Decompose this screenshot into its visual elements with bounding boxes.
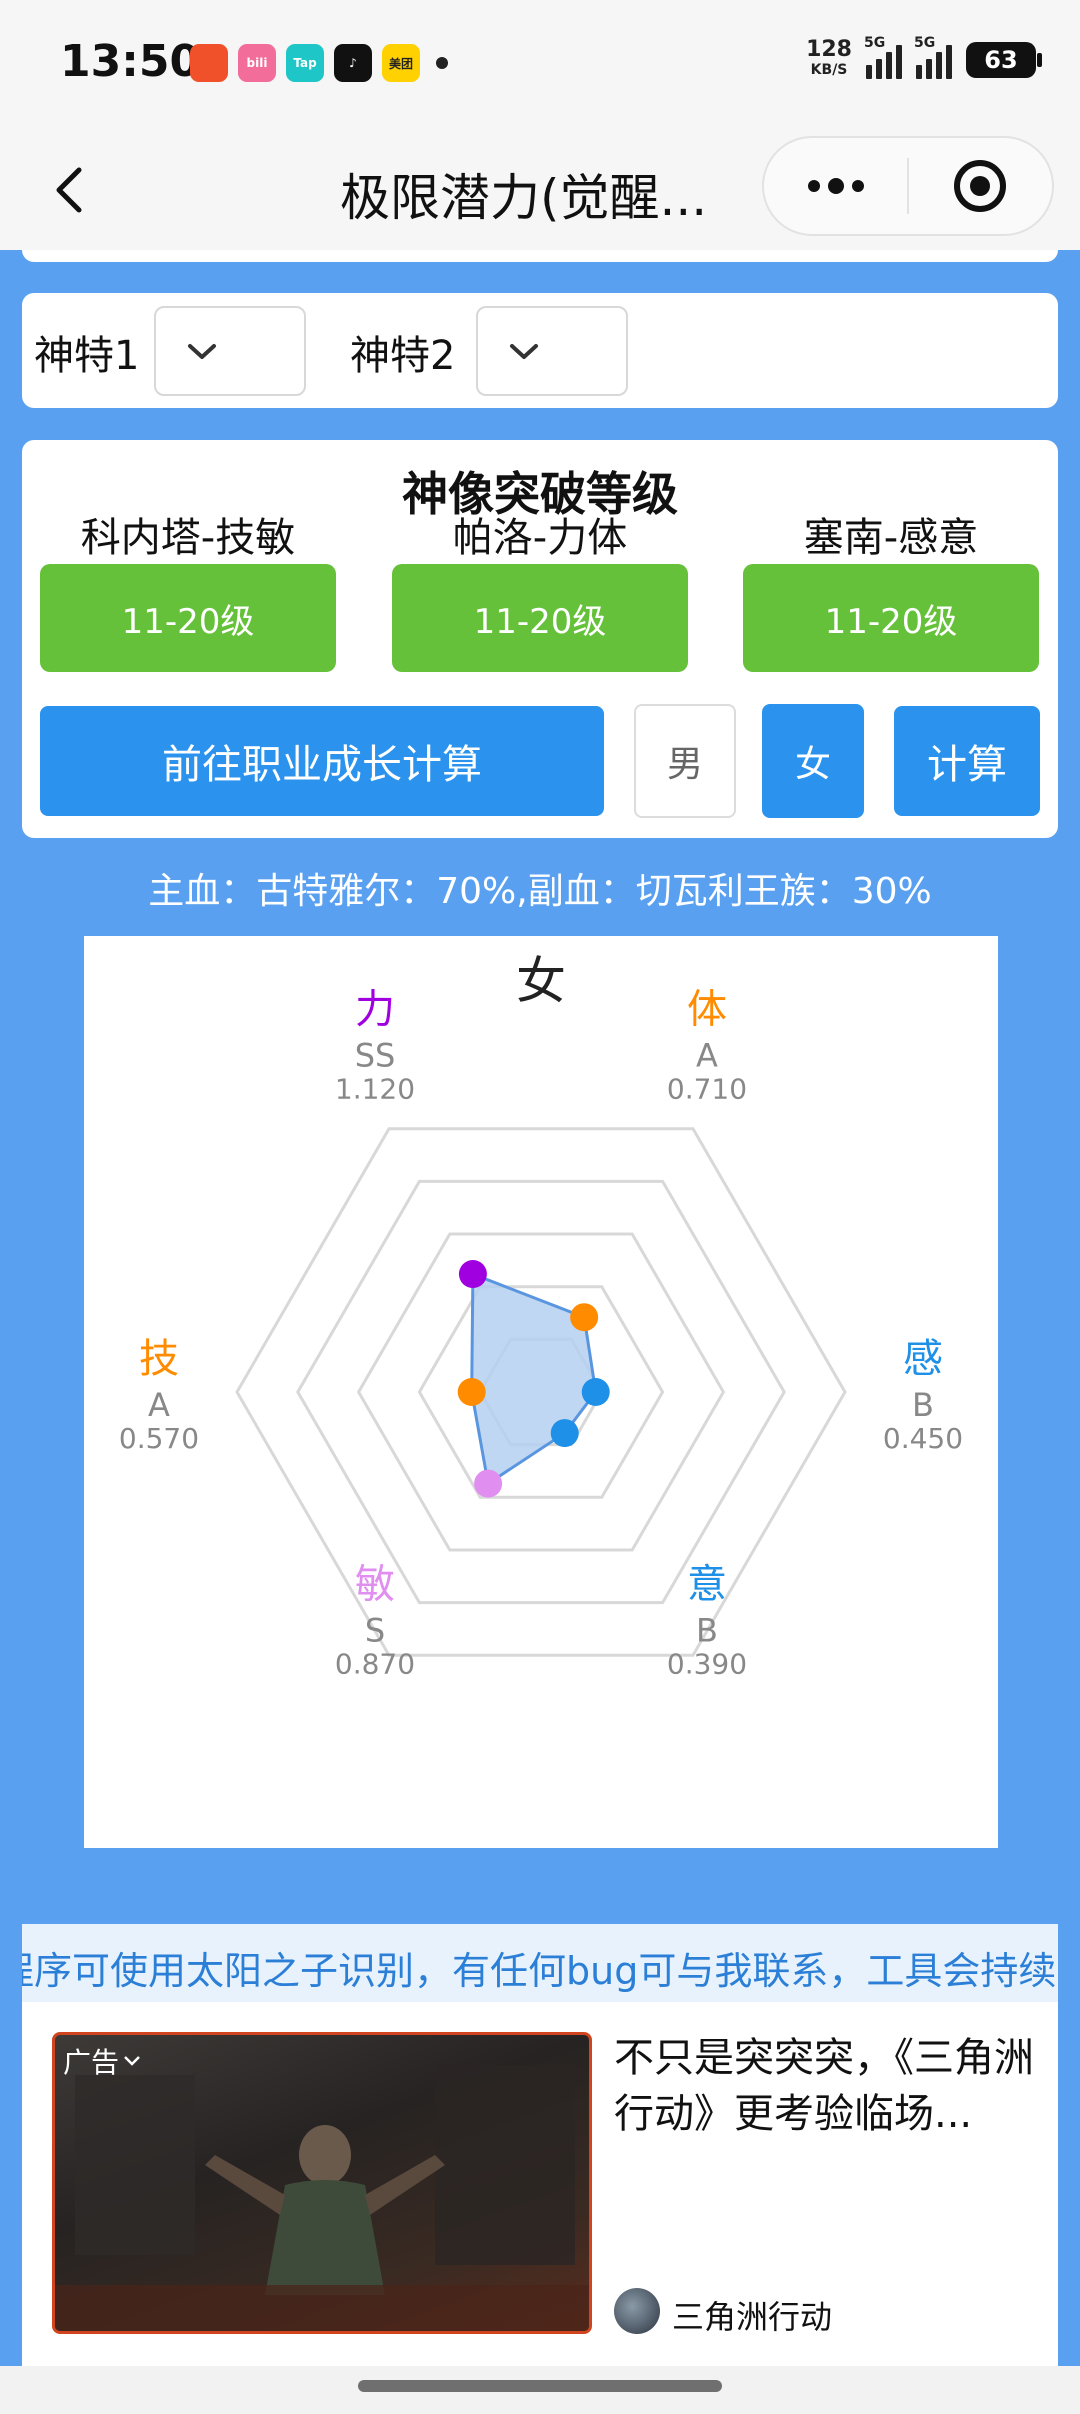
signal-icon: 5G bbox=[864, 35, 902, 79]
notice-marquee: 程序可使用太阳之子识别，有任何bug可与我联系，工具会持续更新 bbox=[22, 1924, 1058, 2002]
axis-label: 敏 bbox=[355, 1562, 395, 1608]
chevron-down-icon bbox=[510, 344, 538, 359]
ad-title[interactable]: 不只是突突突，《三角洲行动》更考验临场... bbox=[614, 2030, 1034, 2142]
axis-grade: S bbox=[365, 1612, 385, 1650]
ad-source-avatar bbox=[614, 2288, 660, 2334]
chevron-left-icon bbox=[56, 167, 82, 213]
axis-grade: B bbox=[696, 1612, 718, 1650]
statue-column: 塞南-感意 11-20级 bbox=[743, 512, 1039, 672]
previous-card-edge bbox=[22, 250, 1058, 262]
statue-level-button[interactable]: 11-20级 bbox=[40, 564, 336, 672]
axis-value: 0.390 bbox=[667, 1648, 747, 1681]
home-bar-area bbox=[0, 2366, 1080, 2414]
status-indicators: 128 KB/S 5G 5G 63 bbox=[806, 35, 1042, 80]
more-button[interactable] bbox=[764, 138, 907, 234]
status-time: 13:50 bbox=[60, 36, 201, 87]
statue-name: 塞南-感意 bbox=[803, 515, 979, 561]
axis-label: 力 bbox=[355, 986, 395, 1032]
bloodline-text: 主血：古特雅尔：70%,副血：切瓦利王族：30% bbox=[148, 871, 932, 912]
douyin-icon: ♪ bbox=[334, 44, 372, 82]
more-icon bbox=[807, 178, 864, 194]
axis-value: 0.450 bbox=[883, 1422, 963, 1455]
statue-level-button[interactable]: 11-20级 bbox=[392, 564, 688, 672]
signal-tag-2: 5G bbox=[914, 35, 936, 51]
male-button[interactable]: 男 bbox=[634, 704, 736, 818]
chevron-down-icon bbox=[188, 344, 216, 359]
taobao-icon bbox=[190, 44, 228, 82]
female-button[interactable]: 女 bbox=[762, 704, 864, 818]
radar-point bbox=[474, 1469, 503, 1498]
marquee-text: 程序可使用太阳之子识别，有任何bug可与我联系，工具会持续更新 bbox=[22, 1949, 1058, 1993]
status-bar: 13:50 bili Tap ♪ 美团 128 KB/S 5G 5G 63 bbox=[0, 0, 1080, 130]
back-button[interactable] bbox=[36, 158, 100, 222]
notification-icons: bili Tap ♪ 美团 bbox=[190, 44, 448, 82]
meituan-icon: 美团 bbox=[382, 44, 420, 82]
axis-grade: SS bbox=[355, 1036, 396, 1074]
network-speed-unit: KB/S bbox=[810, 62, 848, 78]
radar-chart-card: 女力 SS 1.120 体 A 0.710 感 B 0.450 意 B 0.390 敏 S 0.870 技 A 0… bbox=[84, 936, 998, 1848]
radar-point bbox=[458, 1260, 487, 1289]
axis-label: 感 bbox=[903, 1336, 943, 1382]
ad-tag[interactable]: 广告 bbox=[63, 2041, 141, 2081]
axis-value: 0.710 bbox=[667, 1072, 747, 1105]
statue-column: 帕洛-力体 11-20级 bbox=[392, 512, 688, 672]
close-button[interactable] bbox=[909, 138, 1052, 234]
axis-grade: A bbox=[696, 1036, 718, 1074]
radar-chart: 女力SS1.120体A0.710感B0.450意B0.390敏S0.870技A0… bbox=[119, 952, 963, 1681]
radar-point bbox=[581, 1378, 610, 1406]
god2-select[interactable] bbox=[476, 306, 628, 396]
radar-point bbox=[570, 1303, 599, 1332]
axis-value: 0.870 bbox=[335, 1648, 415, 1681]
more-notifications-dot bbox=[436, 57, 448, 69]
signal-icon-2: 5G bbox=[914, 35, 952, 79]
career-growth-button[interactable]: 前往职业成长计算 bbox=[40, 706, 604, 816]
god1-select[interactable] bbox=[154, 306, 306, 396]
ad-card[interactable]: 广告 不只是突突突，《三角洲行动》更考验临场... 三角洲行动 bbox=[22, 2002, 1058, 2366]
statue-level-button[interactable]: 11-20级 bbox=[743, 564, 1039, 672]
chevron-down-icon bbox=[124, 2056, 140, 2066]
network-speed-value: 128 bbox=[806, 37, 852, 62]
god-selection-card: 神特1 神特2 bbox=[22, 293, 1058, 408]
ad-tag-label: 广告 bbox=[63, 2046, 120, 2079]
bilibili-icon: bili bbox=[238, 44, 276, 82]
statue-column: 科内塔-技敏 11-20级 bbox=[40, 512, 336, 672]
axis-value: 1.120 bbox=[335, 1072, 415, 1105]
home-indicator[interactable] bbox=[358, 2380, 722, 2392]
signal-tag: 5G bbox=[864, 35, 886, 51]
statue-name: 帕洛-力体 bbox=[452, 515, 628, 561]
axis-label: 意 bbox=[687, 1562, 727, 1608]
radar-point bbox=[550, 1419, 579, 1448]
god2-label: 神特2 bbox=[350, 333, 456, 379]
axis-label: 技 bbox=[139, 1336, 179, 1382]
ad-image[interactable]: 广告 bbox=[52, 2032, 592, 2334]
calculate-button[interactable]: 计算 bbox=[894, 706, 1040, 816]
axis-value: 0.570 bbox=[119, 1422, 199, 1455]
statue-break-card: 神像突破等级 科内塔-技敏 11-20级 帕洛-力体 11-20级 塞南-感意 … bbox=[22, 440, 1058, 838]
page-title: 极限潜力(觉醒... bbox=[340, 169, 708, 227]
axis-label: 体 bbox=[687, 986, 727, 1032]
mini-program-capsule bbox=[762, 136, 1054, 236]
statue-name: 科内塔-技敏 bbox=[80, 515, 296, 561]
battery-icon: 63 bbox=[966, 42, 1042, 78]
axis-grade: A bbox=[148, 1386, 170, 1424]
target-close-icon bbox=[954, 160, 1007, 212]
chart-title: 女 bbox=[516, 952, 566, 1010]
axis-grade: B bbox=[912, 1386, 934, 1424]
radar-point bbox=[457, 1378, 486, 1406]
god1-label: 神特1 bbox=[34, 333, 140, 379]
network-speed: 128 KB/S bbox=[806, 37, 852, 80]
taptap-icon: Tap bbox=[286, 44, 324, 82]
ad-source[interactable]: 三角洲行动 bbox=[672, 2292, 832, 2338]
